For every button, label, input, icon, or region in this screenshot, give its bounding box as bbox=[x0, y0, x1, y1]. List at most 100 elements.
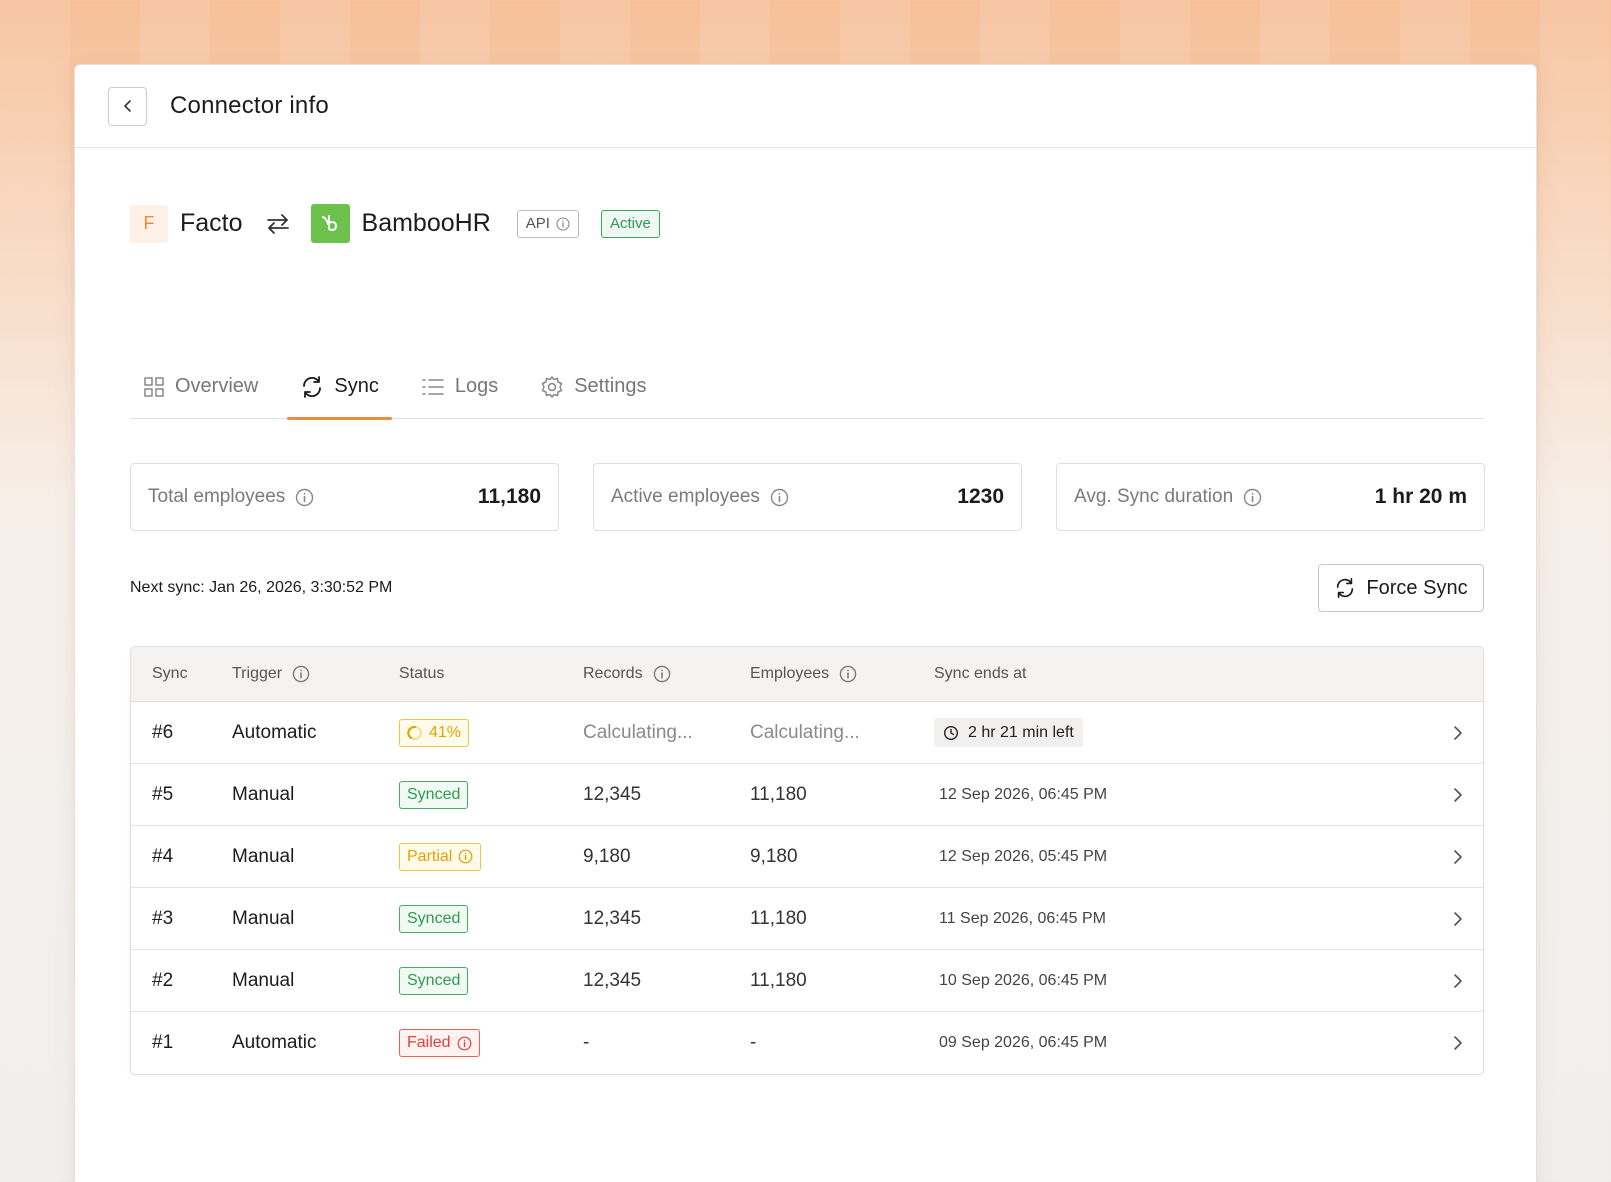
sync-id: #6 bbox=[152, 721, 174, 743]
table-row[interactable]: #5 Manual Synced 12,345 11,180 12 Sep 20… bbox=[131, 764, 1483, 826]
tab-bar: Overview Sync Logs Settings bbox=[130, 355, 1484, 420]
sync-id: #5 bbox=[152, 783, 174, 805]
status-label: Partial bbox=[407, 847, 453, 865]
chevron-left-icon bbox=[123, 100, 131, 112]
status-badge: Partial bbox=[399, 842, 482, 871]
trigger: Manual bbox=[232, 783, 295, 805]
trigger: Manual bbox=[232, 845, 295, 867]
sync-ends-at: 10 Sep 2026, 06:45 PM bbox=[939, 971, 1108, 989]
col-records: Records bbox=[583, 665, 750, 683]
tab-settings-label: Settings bbox=[574, 375, 647, 397]
tab-logs[interactable]: Logs bbox=[408, 355, 511, 418]
status-badge: Active bbox=[600, 209, 660, 238]
info-icon[interactable] bbox=[653, 665, 671, 683]
col-employees: Employees bbox=[750, 665, 934, 683]
stat-label: Avg. Sync duration bbox=[1074, 486, 1234, 507]
sync-id: #4 bbox=[152, 845, 174, 867]
target-name: BambooHR bbox=[361, 209, 491, 237]
col-label: Records bbox=[583, 665, 643, 682]
trigger: Automatic bbox=[232, 1032, 317, 1053]
trigger: Manual bbox=[232, 969, 295, 991]
col-label: Sync ends at bbox=[934, 665, 1027, 682]
sync-ends-at: 09 Sep 2026, 06:45 PM bbox=[939, 1034, 1108, 1051]
sync-ends-cell: 2 hr 21 min left bbox=[934, 718, 1433, 747]
force-sync-button[interactable]: Force Sync bbox=[1318, 564, 1484, 612]
table-row[interactable]: #1 Automatic Failed - - 09 Sep 2026, 06:… bbox=[131, 1012, 1483, 1074]
employees: 11,180 bbox=[750, 969, 807, 991]
chevron-right-icon[interactable] bbox=[1451, 786, 1465, 804]
col-status: Status bbox=[399, 665, 583, 683]
clock-icon bbox=[943, 725, 959, 740]
info-icon[interactable] bbox=[292, 665, 310, 683]
table-row[interactable]: #4 Manual Partial 9,180 9,180 12 Sep 202… bbox=[131, 826, 1483, 888]
chevron-right-icon[interactable] bbox=[1451, 910, 1465, 928]
chevron-right-icon[interactable] bbox=[1451, 724, 1465, 742]
col-trigger: Trigger bbox=[232, 665, 399, 683]
table-row[interactable]: #6 Automatic 41% Calculating... Calculat… bbox=[131, 702, 1483, 764]
col-label: Sync bbox=[152, 665, 188, 682]
sync-id: #1 bbox=[152, 1032, 174, 1053]
connector-summary: F Facto BambooHR API Active bbox=[130, 204, 660, 243]
time-left-badge: 2 hr 21 min left bbox=[934, 718, 1083, 747]
status-cell: Synced bbox=[399, 780, 583, 809]
sync-id: #3 bbox=[152, 907, 174, 929]
stat-label: Total employees bbox=[148, 486, 286, 507]
employees: 11,180 bbox=[750, 783, 807, 805]
sync-ends-at: 11 Sep 2026, 06:45 PM bbox=[939, 909, 1106, 927]
status-cell: 41% bbox=[399, 718, 583, 747]
tab-overview[interactable]: Overview bbox=[130, 355, 271, 418]
chevron-right-icon[interactable] bbox=[1451, 1034, 1465, 1052]
back-button[interactable] bbox=[108, 86, 147, 126]
tab-sync[interactable]: Sync bbox=[287, 355, 393, 420]
records: 12,345 bbox=[583, 969, 642, 991]
info-icon[interactable] bbox=[1243, 488, 1262, 507]
page-header: Connector info bbox=[75, 65, 1536, 148]
table-row[interactable]: #3 Manual Synced 12,345 11,180 11 Sep 20… bbox=[131, 888, 1483, 950]
info-icon[interactable] bbox=[839, 665, 857, 683]
status-badge: Failed bbox=[399, 1029, 480, 1057]
stat-avg-sync-duration: Avg. Sync duration 1 hr 20 m bbox=[1056, 463, 1485, 531]
col-label: Trigger bbox=[232, 665, 283, 682]
gear-icon bbox=[541, 375, 563, 398]
col-sync: Sync bbox=[131, 665, 232, 683]
force-sync-label: Force Sync bbox=[1366, 576, 1468, 599]
sync-icon bbox=[1337, 578, 1354, 598]
stat-value: 1230 bbox=[957, 485, 1004, 508]
spinner-icon bbox=[407, 725, 422, 740]
trigger: Manual bbox=[232, 907, 295, 929]
bamboohr-logo bbox=[310, 204, 350, 243]
table-header: Sync Trigger Status Records Employees Sy… bbox=[131, 647, 1483, 702]
api-label: API bbox=[525, 215, 550, 232]
status-badge: Synced bbox=[399, 904, 469, 933]
chevron-right-icon[interactable] bbox=[1451, 972, 1465, 990]
tab-logs-label: Logs bbox=[454, 375, 499, 397]
table-row[interactable]: #2 Manual Synced 12,345 11,180 10 Sep 20… bbox=[131, 950, 1483, 1012]
employees: Calculating... bbox=[750, 721, 860, 743]
status-cell: Partial bbox=[399, 842, 583, 871]
tab-sync-label: Sync bbox=[334, 375, 379, 397]
swap-arrows-icon bbox=[265, 213, 291, 235]
info-icon[interactable] bbox=[458, 849, 473, 864]
status-badge: Synced bbox=[399, 780, 469, 809]
records: Calculating... bbox=[583, 721, 693, 743]
api-badge: API bbox=[516, 209, 579, 238]
grid-icon bbox=[144, 376, 164, 397]
info-icon[interactable] bbox=[457, 1036, 472, 1051]
employees: 11,180 bbox=[750, 907, 807, 929]
tab-overview-label: Overview bbox=[175, 375, 259, 397]
status-label: 41% bbox=[429, 723, 462, 741]
employees: - bbox=[750, 1032, 757, 1053]
stat-value: 1 hr 20 m bbox=[1374, 485, 1467, 508]
col-sync-ends-at: Sync ends at bbox=[934, 665, 1483, 683]
status-badge: Synced bbox=[399, 966, 469, 995]
time-left-label: 2 hr 21 min left bbox=[968, 723, 1074, 741]
col-label: Employees bbox=[750, 665, 830, 682]
connector-card: Connector info F Facto BambooHR API Acti… bbox=[74, 64, 1537, 1182]
info-icon[interactable] bbox=[295, 488, 314, 507]
info-icon[interactable] bbox=[770, 488, 789, 507]
stat-active-employees: Active employees 1230 bbox=[593, 463, 1022, 531]
tab-settings[interactable]: Settings bbox=[527, 355, 659, 418]
chevron-right-icon[interactable] bbox=[1451, 848, 1465, 866]
stat-total-employees: Total employees 11,180 bbox=[130, 463, 559, 531]
status-label: Failed bbox=[407, 1034, 451, 1051]
